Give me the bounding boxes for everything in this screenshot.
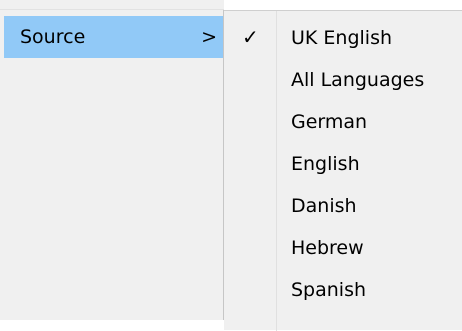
submenu-arrow-icon: > [201,26,217,48]
submenu-item-uk-english[interactable]: ✓ UK English [224,17,462,59]
menu-item-source[interactable]: Source > [4,16,223,58]
submenu-item-hebrew[interactable]: Hebrew [224,227,462,269]
submenu-item-label: Danish [291,195,357,217]
context-menu: Source > [0,0,224,320]
submenu-item-label: English [291,153,360,175]
submenu-item-label: UK English [291,27,393,49]
submenu-item-label: Hebrew [291,237,364,259]
submenu-item-spanish[interactable]: Spanish [224,269,462,311]
submenu-item-label: All Languages [291,69,425,91]
menu-item-source-label: Source [20,26,86,48]
menu-top-divider [0,0,224,10]
submenu-item-danish[interactable]: Danish [224,185,462,227]
submenu-item-label: Spanish [291,279,367,301]
submenu-item-english[interactable]: English [224,143,462,185]
submenu-item-german[interactable]: German [224,101,462,143]
source-submenu: ✓ UK English All Languages German Englis… [224,10,462,331]
checkmark-icon: ✓ [242,25,259,49]
submenu-item-label: German [291,111,368,133]
submenu-item-all-languages[interactable]: All Languages [224,59,462,101]
